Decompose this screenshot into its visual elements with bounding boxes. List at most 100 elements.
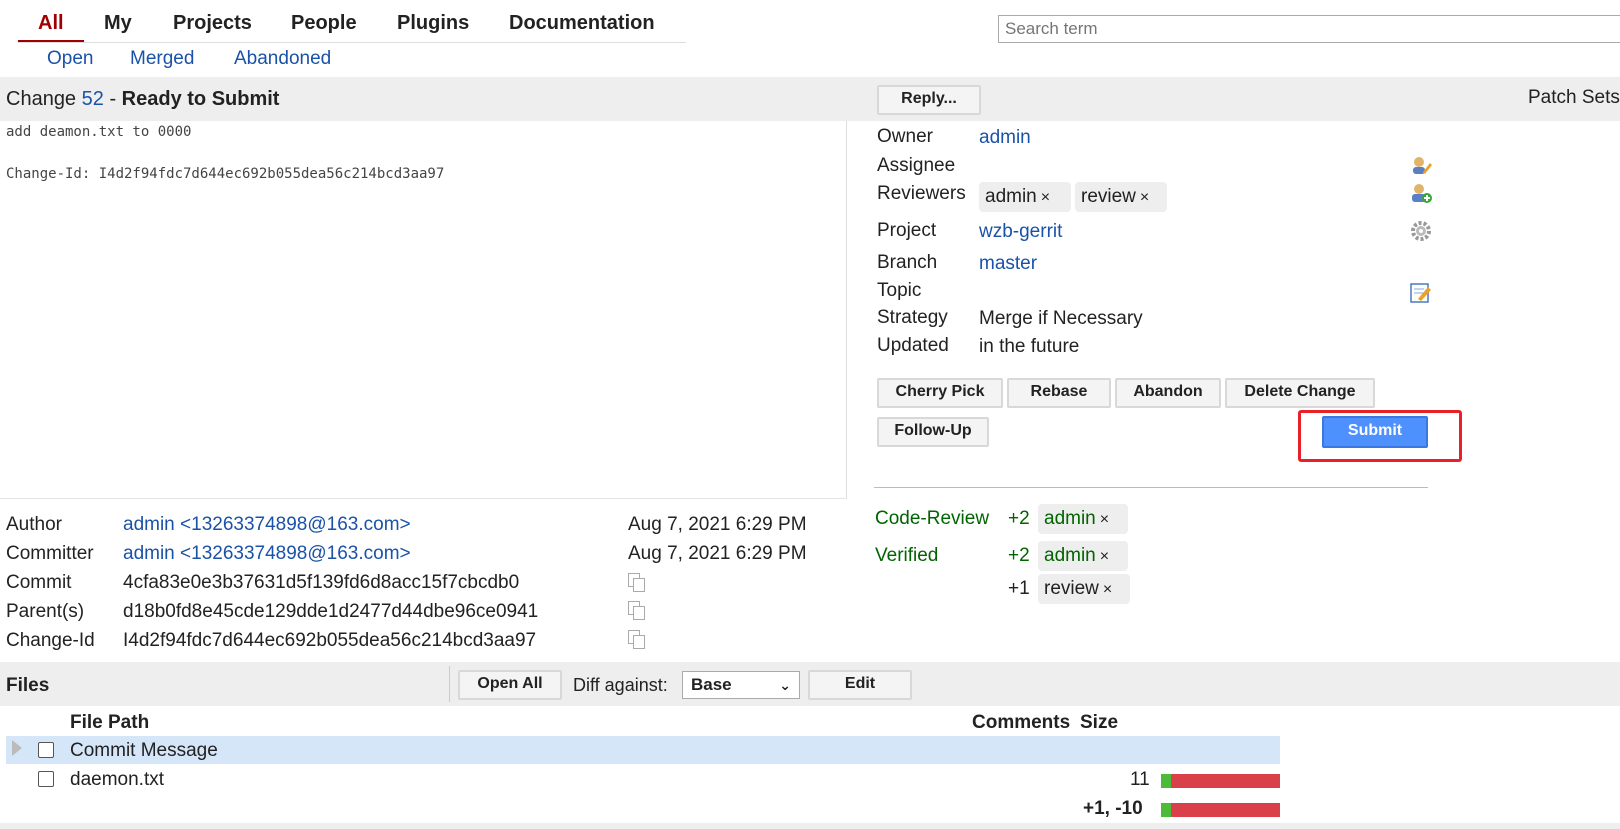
change-number-link[interactable]: 52 xyxy=(82,88,104,110)
reviewer-name: review xyxy=(1081,186,1136,207)
tab-documentation[interactable]: Documentation xyxy=(509,12,655,35)
col-file-path: File Path xyxy=(70,712,150,733)
tab-projects[interactable]: Projects xyxy=(173,12,252,35)
message-divider xyxy=(846,121,847,499)
tab-plugins[interactable]: Plugins xyxy=(397,12,469,35)
remove-vote-icon[interactable]: × xyxy=(1103,581,1112,598)
reviewers-label: Reviewers xyxy=(877,183,966,204)
follow-up-button[interactable]: Follow-Up xyxy=(877,417,989,447)
reviewer-name: admin xyxy=(985,186,1037,207)
strategy-label: Strategy xyxy=(877,307,948,328)
vote-chip-admin: admin × xyxy=(1038,541,1128,571)
edit-button[interactable]: Edit xyxy=(808,670,912,700)
size-added-bar xyxy=(1161,774,1171,788)
search-input[interactable] xyxy=(998,15,1620,43)
cherry-pick-button[interactable]: Cherry Pick xyxy=(877,378,1003,408)
change-separator: - xyxy=(109,88,117,110)
expand-arrow-icon[interactable] xyxy=(12,740,22,756)
change-prefix: Change xyxy=(6,88,77,110)
branch-link[interactable]: master xyxy=(979,253,1037,275)
vote-user: admin xyxy=(1044,508,1096,529)
commit-label: Commit xyxy=(6,572,72,593)
remove-vote-icon[interactable]: × xyxy=(1100,548,1109,565)
file-name[interactable]: Commit Message xyxy=(70,740,218,762)
vote-user: admin xyxy=(1044,545,1096,566)
subtab-open[interactable]: Open xyxy=(47,48,93,70)
commit-message-changeid: Change-Id: I4d2f94fdc7d644ec692b055dea56… xyxy=(6,166,445,182)
project-link[interactable]: wzb-gerrit xyxy=(979,221,1062,243)
size-removed-bar xyxy=(1171,774,1280,788)
files-divider xyxy=(449,666,450,702)
subtab-abandoned[interactable]: Abandoned xyxy=(234,48,331,70)
owner-link[interactable]: admin xyxy=(979,127,1031,149)
reply-button[interactable]: Reply... xyxy=(877,85,981,115)
files-footer-bar xyxy=(0,823,1620,829)
change-title: Change 52 - Ready to Submit xyxy=(6,88,279,111)
add-reviewer-icon[interactable] xyxy=(1410,182,1432,204)
parent-hash: d18b0fd8e45cde129dde1d2477d44dbe96ce0941 xyxy=(123,601,539,622)
diff-against-select[interactable]: Base ⌄ xyxy=(682,671,800,699)
verified-label: Verified xyxy=(875,545,939,566)
tab-all[interactable]: All xyxy=(38,12,64,35)
nav-divider xyxy=(18,42,686,43)
edit-topic-icon[interactable] xyxy=(1410,282,1432,304)
parent-label: Parent(s) xyxy=(6,601,85,622)
updated-label: Updated xyxy=(877,335,949,356)
submit-button[interactable]: Submit xyxy=(1322,416,1428,448)
topic-label: Topic xyxy=(877,280,922,301)
vote-chip-review: review × xyxy=(1038,574,1130,604)
reviewer-chip-review: review × xyxy=(1075,182,1167,212)
vote-score: +1 xyxy=(1008,578,1030,599)
committer-date: Aug 7, 2021 6:29 PM xyxy=(628,543,807,564)
col-comments: Comments xyxy=(972,712,1071,733)
patch-sets-menu[interactable]: Patch Sets xyxy=(1528,87,1620,109)
tab-people[interactable]: People xyxy=(291,12,357,35)
total-removed-bar xyxy=(1171,803,1280,817)
strategy-value: Merge if Necessary xyxy=(979,308,1143,329)
committer-label: Committer xyxy=(6,543,94,564)
message-bottom-divider xyxy=(0,498,847,499)
branch-label: Branch xyxy=(877,252,938,273)
row-checkbox[interactable] xyxy=(38,742,54,758)
author-link[interactable]: admin <13263374898@163.com> xyxy=(123,514,411,536)
change-status: Ready to Submit xyxy=(121,88,280,110)
author-label: Author xyxy=(6,514,62,535)
remove-vote-icon[interactable]: × xyxy=(1100,511,1109,528)
gear-icon[interactable] xyxy=(1410,220,1432,242)
row-checkbox[interactable] xyxy=(38,771,54,787)
vote-score: +2 xyxy=(1008,545,1030,566)
rebase-button[interactable]: Rebase xyxy=(1007,378,1111,408)
delete-change-button[interactable]: Delete Change xyxy=(1225,378,1375,408)
copy-icon[interactable] xyxy=(628,601,645,620)
committer-link[interactable]: admin <13263374898@163.com> xyxy=(123,543,411,565)
vote-chip-admin: admin × xyxy=(1038,504,1128,534)
col-size: Size xyxy=(1080,712,1119,733)
chevron-down-icon: ⌄ xyxy=(779,677,791,693)
vote-score: +2 xyxy=(1008,508,1030,529)
assignee-label: Assignee xyxy=(877,155,956,176)
file-name[interactable]: daemon.txt xyxy=(70,769,164,791)
diff-against-label: Diff against: xyxy=(573,675,668,695)
diff-against-value: Base xyxy=(691,675,732,694)
files-title: Files xyxy=(6,675,50,696)
edit-assignee-icon[interactable] xyxy=(1410,154,1432,176)
remove-reviewer-icon[interactable]: × xyxy=(1041,189,1050,206)
changeid-label: Change-Id xyxy=(6,630,95,651)
vote-user: review xyxy=(1044,578,1099,599)
subtab-merged[interactable]: Merged xyxy=(130,48,194,70)
copy-icon[interactable] xyxy=(628,573,645,592)
total-added-bar xyxy=(1161,803,1171,817)
commit-hash: 4cfa83e0e3b37631d5f139fd6d8acc15f7cbcdb0 xyxy=(123,572,520,593)
changeid-value: I4d2f94fdc7d644ec692b055dea56c214bcd3aa9… xyxy=(123,630,537,651)
reviewer-chip-admin: admin × xyxy=(979,182,1071,212)
tab-my[interactable]: My xyxy=(104,12,132,35)
files-total: +1, -10 xyxy=(1083,798,1143,819)
commit-message-subject: add deamon.txt to 0000 xyxy=(6,124,192,140)
open-all-button[interactable]: Open All xyxy=(458,670,562,700)
author-date: Aug 7, 2021 6:29 PM xyxy=(628,514,807,535)
copy-icon[interactable] xyxy=(628,630,645,649)
remove-reviewer-icon[interactable]: × xyxy=(1140,189,1149,206)
file-size: 11 xyxy=(1130,769,1150,790)
abandon-button[interactable]: Abandon xyxy=(1115,378,1221,408)
code-review-label: Code-Review xyxy=(875,508,990,529)
